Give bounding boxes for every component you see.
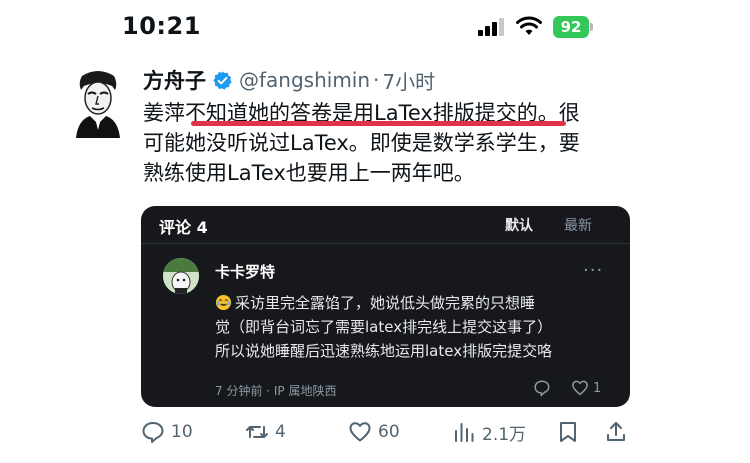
views-count: 2.1万	[482, 424, 527, 445]
status-time: 10:21	[122, 12, 201, 40]
battery-indicator: 92	[553, 16, 589, 38]
tweet-time[interactable]: 7小时	[382, 66, 435, 95]
share-icon	[607, 422, 625, 441]
comment-like-count: 1	[593, 381, 602, 396]
comment-text-line: 所以说她睡醒后迅速熟练地运用latex排版完提交咯	[215, 342, 553, 360]
like-count: 60	[378, 422, 400, 442]
more-horizontal-icon[interactable]: ···	[583, 260, 603, 281]
bookmark-button[interactable]	[556, 417, 580, 447]
comments-header: 评论 4 默认 最新	[141, 206, 630, 244]
views-chart-icon	[455, 423, 474, 442]
cellular-signal-icon	[478, 18, 504, 36]
bookmark-icon	[560, 422, 576, 442]
retweet-icon	[246, 426, 268, 438]
sort-latest-tab[interactable]: 最新	[564, 215, 592, 235]
comment-text-line: 采访里完全露馅了，她说低头做完累的只想睡	[215, 291, 620, 315]
reply-button[interactable]: 10	[141, 417, 193, 447]
comments-card[interactable]: 评论 4 默认 最新 卡卡罗特 ··· 采访里完全露馅了，她说低头做完累的只想睡…	[141, 206, 630, 407]
tweet-action-bar: 10 4 60 2.1万	[0, 417, 750, 447]
red-underline-annotation	[191, 121, 566, 126]
share-button[interactable]	[604, 417, 628, 447]
tweet-text-line: 熟练使用LaTex也要用上一两年吧。	[143, 161, 475, 185]
comment-meta: 7 分钟前 · IP 属地陕西	[215, 384, 337, 398]
comment-text-span: 采访里完全露馅了，她说低头做完累的只想睡	[235, 294, 536, 312]
tweet-text: 姜萍不知道她的答卷是用LaTex排版提交的。很 可能她没听说过LaTex。即使是…	[143, 98, 623, 188]
reply-icon	[142, 422, 164, 443]
views-button[interactable]: 2.1万	[452, 417, 526, 447]
comments-title: 评论 4	[159, 218, 208, 237]
comment-reply-icon[interactable]	[533, 379, 551, 397]
tweet-text-line: 可能她没听说过LaTex。即使是数学系学生，要	[143, 131, 580, 155]
tweet-header: 方舟子 @fangshimin · 7小时	[143, 66, 435, 94]
status-bar: 10:21 92	[0, 0, 750, 58]
battery-tip	[590, 23, 593, 31]
retweet-button[interactable]: 4	[245, 417, 286, 447]
comment-text-line: 觉（即背台词忘了需要latex排完线上提交这事了）	[215, 318, 553, 336]
sort-default-tab[interactable]: 默认	[505, 215, 533, 235]
reply-count: 10	[171, 422, 193, 442]
commenter-avatar[interactable]	[163, 258, 199, 294]
comment-like-icon[interactable]	[571, 379, 589, 397]
header-separator: ·	[373, 68, 380, 92]
comment-text: 采访里完全露馅了，她说低头做完累的只想睡 觉（即背台词忘了需要latex排完线上…	[215, 291, 620, 363]
like-button[interactable]: 60	[348, 417, 400, 447]
like-heart-icon	[349, 422, 371, 442]
author-handle[interactable]: @fangshimin	[239, 68, 370, 92]
retweet-count: 4	[275, 422, 286, 442]
verified-badge-icon	[213, 70, 232, 90]
author-name[interactable]: 方舟子	[143, 65, 206, 95]
avatar[interactable]	[68, 68, 128, 138]
wifi-icon	[516, 16, 542, 35]
commenter-name[interactable]: 卡卡罗特	[215, 261, 275, 282]
crying-laughing-emoji-icon	[215, 294, 232, 311]
